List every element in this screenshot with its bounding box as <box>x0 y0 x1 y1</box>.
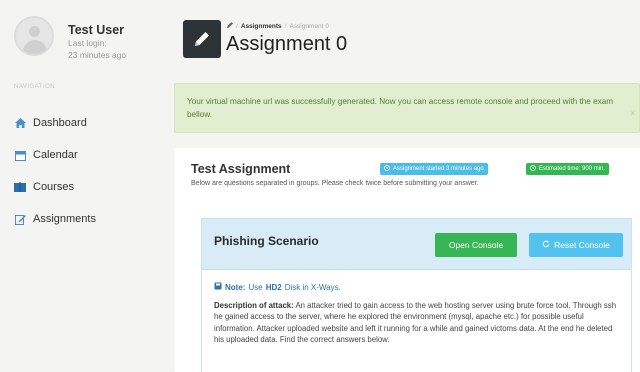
sidebar-item-label: Courses <box>33 181 74 193</box>
avatar[interactable] <box>14 16 54 56</box>
alert-text: Your virtual machine url was successfull… <box>187 97 614 119</box>
sidebar-item-calendar[interactable]: Calendar <box>14 148 96 162</box>
sidebar-nav: Dashboard Calendar Courses Assignments <box>14 116 96 244</box>
scenario-panel: Phishing Scenario Open Console Reset Con… <box>201 218 632 372</box>
open-console-button[interactable]: Open Console <box>435 233 517 257</box>
assignment-panel: Test Assignment Below are questions sepa… <box>174 148 640 372</box>
sidebar-item-label: Dashboard <box>33 117 87 129</box>
sidebar-item-label: Calendar <box>33 149 78 161</box>
book-icon <box>14 181 26 193</box>
breadcrumb-separator: / <box>284 22 287 30</box>
last-login-value: 23 minutes ago <box>68 50 127 60</box>
assignment-title: Test Assignment <box>191 162 291 176</box>
user-name: Test User <box>68 23 125 37</box>
breadcrumb-link-assignments[interactable]: Assignments <box>241 23 282 30</box>
home-icon <box>14 117 26 129</box>
sidebar: Test User Last login: 23 minutes ago Nav… <box>0 0 165 372</box>
main-content: / Assignments / Assignment 0 Assignment … <box>165 0 640 372</box>
note-pre: Use <box>248 282 263 292</box>
sidebar-item-assignments[interactable]: Assignments <box>14 212 96 226</box>
clock-icon <box>384 165 390 173</box>
page-title: Assignment 0 <box>226 33 348 55</box>
assignment-subtitle: Below are questions separated in groups.… <box>191 180 479 187</box>
success-alert: Your virtual machine url was successfull… <box>174 83 640 133</box>
note-post: Disk in X-Ways. <box>284 282 341 292</box>
note-disk: HD2 <box>265 282 282 292</box>
user-profile: Test User Last login: 23 minutes ago <box>14 16 126 61</box>
assignment-started-badge: Assignment started 3 minutes ago <box>380 163 488 175</box>
attack-description: Description of attack: An attacker tried… <box>214 300 619 346</box>
reset-console-button[interactable]: Reset Console <box>529 233 623 257</box>
close-icon[interactable]: × <box>630 107 635 120</box>
note-label: Note: <box>225 282 246 292</box>
edit-icon <box>14 213 26 225</box>
estimated-time-badge: Estimated time: 900 min. <box>526 163 610 175</box>
sidebar-item-dashboard[interactable]: Dashboard <box>14 116 96 130</box>
clock-icon <box>530 165 536 173</box>
sidebar-item-label: Assignments <box>33 213 96 225</box>
scenario-title: Phishing Scenario <box>214 234 319 248</box>
disk-icon <box>214 282 222 292</box>
last-login-label: Last login: <box>68 38 107 48</box>
sidebar-item-courses[interactable]: Courses <box>14 180 96 194</box>
note-line: Note: Use HD2 Disk in X-Ways. <box>214 282 619 292</box>
breadcrumb-pencil-icon <box>227 22 233 30</box>
pencil-icon <box>183 20 221 58</box>
breadcrumb: / Assignments / Assignment 0 <box>227 22 329 30</box>
refresh-icon <box>542 240 550 250</box>
breadcrumb-separator: / <box>236 22 238 30</box>
calendar-icon <box>14 149 26 161</box>
scenario-header: Phishing Scenario Open Console Reset Con… <box>202 219 631 270</box>
description-label: Description of attack: <box>214 301 294 310</box>
nav-heading: Navigation <box>14 84 56 90</box>
breadcrumb-current: Assignment 0 <box>289 22 329 30</box>
